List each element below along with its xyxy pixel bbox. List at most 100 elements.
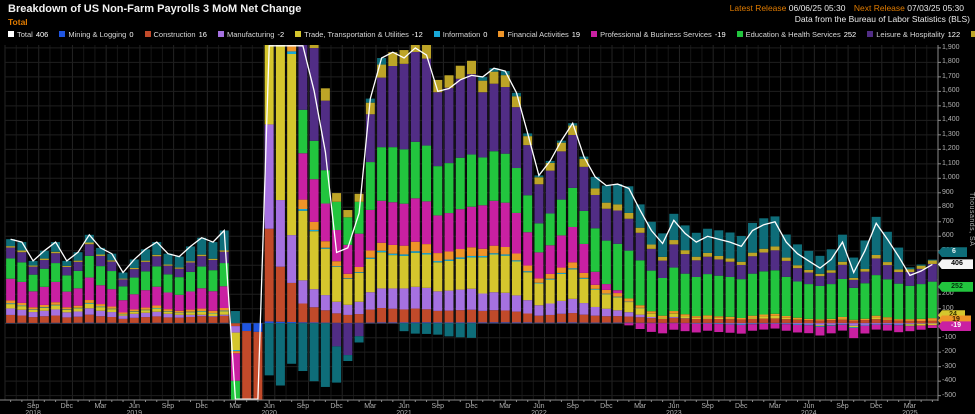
bar-2025-04[interactable] — [917, 265, 926, 330]
bar-2019-09[interactable] — [164, 254, 173, 324]
bar-segment — [445, 260, 454, 261]
bar-2024-02[interactable] — [759, 218, 768, 329]
bar-2019-03[interactable] — [96, 248, 105, 323]
bar-segment — [388, 322, 397, 323]
bar-2023-01[interactable] — [613, 184, 622, 323]
bar-segment — [445, 322, 454, 323]
bar-segment — [489, 255, 498, 293]
bar-2021-01[interactable] — [343, 210, 352, 361]
bar-2025-03[interactable] — [905, 267, 914, 331]
bar-2021-10[interactable] — [445, 75, 454, 336]
bar-2021-11[interactable] — [456, 66, 465, 338]
bar-2020-07[interactable] — [276, 45, 285, 386]
bar-2019-04[interactable] — [107, 254, 116, 324]
bar-segment — [602, 316, 611, 322]
bar-2021-02[interactable] — [355, 194, 364, 343]
bar-segment — [669, 240, 678, 244]
bar-segment — [388, 288, 397, 308]
bar-2024-12[interactable] — [872, 217, 881, 330]
bar-2024-10[interactable] — [849, 258, 858, 339]
bar-2019-12[interactable] — [197, 238, 206, 323]
bar-2023-08[interactable] — [692, 233, 701, 333]
bar-segment — [40, 307, 49, 308]
bar-segment — [40, 308, 49, 311]
bar-2019-05[interactable] — [119, 272, 128, 323]
bar-2025-01[interactable] — [883, 232, 892, 331]
bar-2018-08[interactable] — [17, 242, 26, 323]
bar-segment — [557, 274, 566, 301]
bar-2023-06[interactable] — [669, 214, 678, 330]
bar-2020-09[interactable] — [298, 45, 307, 371]
bar-2024-11[interactable] — [860, 240, 869, 333]
bar-2018-07[interactable] — [6, 239, 15, 323]
bar-segment — [298, 153, 307, 199]
bar-segment — [546, 304, 555, 315]
bar-segment — [883, 323, 892, 324]
bar-2020-08[interactable] — [287, 45, 296, 364]
bar-2023-07[interactable] — [681, 225, 690, 331]
bar-2020-06[interactable] — [265, 45, 274, 375]
bar-segment — [377, 251, 386, 252]
bar-2022-04[interactable] — [512, 93, 521, 323]
bar-2019-02[interactable] — [85, 235, 94, 323]
bar-2020-04[interactable] — [242, 323, 251, 400]
bar-2022-02[interactable] — [489, 68, 498, 323]
bar-2019-10[interactable] — [175, 257, 184, 324]
bar-2022-10[interactable] — [579, 157, 588, 324]
bar-segment — [726, 277, 735, 317]
bar-segment — [759, 324, 768, 330]
bar-2023-10[interactable] — [714, 230, 723, 332]
bar-2022-08[interactable] — [557, 141, 566, 324]
bar-2022-05[interactable] — [523, 133, 532, 323]
bar-segment — [433, 215, 442, 253]
bar-2022-03[interactable] — [501, 71, 510, 323]
bar-2022-12[interactable] — [602, 186, 611, 324]
bar-2024-05[interactable] — [793, 244, 802, 332]
bar-2024-04[interactable] — [782, 235, 791, 331]
bar-2021-09[interactable] — [433, 80, 442, 335]
bar-2023-05[interactable] — [658, 233, 667, 333]
bar-2023-11[interactable] — [726, 233, 735, 333]
bar-segment — [152, 308, 161, 309]
bar-2023-12[interactable] — [737, 236, 746, 334]
bar-2022-07[interactable] — [546, 161, 555, 323]
bar-segment — [647, 317, 656, 318]
bar-2019-01[interactable] — [74, 252, 83, 323]
bar-2025-05[interactable] — [928, 260, 937, 328]
bar-segment — [838, 265, 847, 279]
bar-2023-03[interactable] — [636, 204, 645, 329]
bar-segment — [130, 268, 139, 269]
bar-2018-11[interactable] — [51, 242, 60, 323]
bar-2018-10[interactable] — [40, 251, 49, 323]
bar-2025-02[interactable] — [894, 248, 903, 333]
bar-segment — [872, 323, 881, 324]
bar-2021-04[interactable] — [377, 58, 386, 323]
bar-segment — [658, 316, 667, 318]
bar-2022-09[interactable] — [568, 123, 577, 323]
bar-2020-01[interactable] — [208, 242, 217, 323]
payrolls-stacked-chart[interactable]: 1,9001,8001,7001,6001,5001,4001,3001,200… — [0, 0, 975, 414]
bar-2019-06[interactable] — [130, 259, 139, 323]
bar-2018-09[interactable] — [29, 261, 38, 323]
bar-2022-06[interactable] — [534, 175, 543, 323]
bar-2023-04[interactable] — [647, 222, 656, 332]
bar-2023-09[interactable] — [703, 229, 712, 331]
bar-2021-07[interactable] — [411, 45, 420, 334]
bar-2019-11[interactable] — [186, 246, 195, 323]
bar-2019-08[interactable] — [152, 242, 161, 323]
bar-2022-01[interactable] — [478, 77, 487, 323]
bar-segment — [366, 210, 375, 251]
bar-2022-11[interactable] — [591, 177, 600, 323]
x-tick-label: Mar — [218, 403, 252, 410]
bar-2024-03[interactable] — [771, 216, 780, 328]
bar-2021-08[interactable] — [422, 45, 431, 334]
bar-2021-12[interactable] — [467, 61, 476, 338]
bar-2019-07[interactable] — [141, 249, 150, 323]
bar-2021-05[interactable] — [388, 52, 397, 323]
bar-2018-12[interactable] — [62, 261, 71, 323]
chart-plot-area[interactable] — [0, 0, 975, 414]
bar-2023-02[interactable] — [624, 186, 633, 325]
bar-2020-10[interactable] — [310, 45, 319, 381]
bar-2021-06[interactable] — [400, 50, 409, 331]
bar-2024-01[interactable] — [748, 223, 757, 331]
